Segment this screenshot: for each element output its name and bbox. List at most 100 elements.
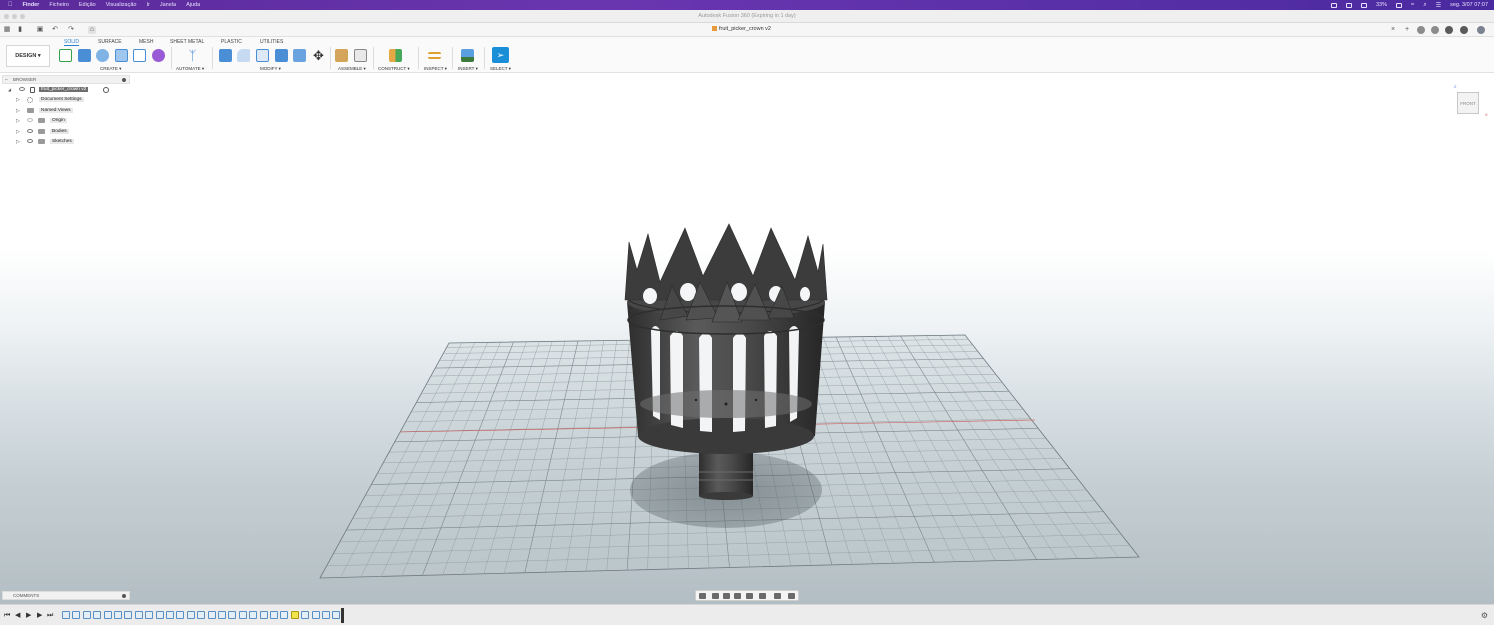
timeline-feature-icon[interactable] bbox=[290, 611, 299, 619]
timeline-feature-icon[interactable] bbox=[311, 611, 320, 619]
tab-sheet-metal[interactable]: SHEET METAL bbox=[170, 39, 204, 45]
revolve-icon[interactable] bbox=[96, 49, 109, 62]
expand-arrow-icon[interactable]: ▷ bbox=[16, 129, 20, 135]
menu-edicao[interactable]: Edição bbox=[79, 2, 96, 8]
browser-header[interactable]: − BROWSER bbox=[2, 75, 130, 84]
canvas-viewport[interactable] bbox=[0, 73, 1494, 604]
avatar[interactable] bbox=[1477, 26, 1485, 34]
group-inspect[interactable]: INSPECT ▾ bbox=[424, 66, 447, 72]
model-scene[interactable] bbox=[0, 73, 1494, 604]
undo-icon[interactable]: ↶ bbox=[51, 26, 59, 34]
status-icon[interactable] bbox=[1331, 2, 1337, 8]
timeline-feature-icon[interactable] bbox=[103, 611, 112, 619]
collapse-icon[interactable]: − bbox=[5, 76, 8, 84]
tab-mesh[interactable]: MESH bbox=[139, 39, 153, 45]
orbit-icon[interactable] bbox=[699, 593, 706, 599]
workspace-switcher[interactable]: DESIGN ▾ bbox=[6, 45, 50, 67]
timeline-feature-icon[interactable] bbox=[249, 611, 258, 619]
pin-icon[interactable] bbox=[122, 78, 126, 82]
timeline-feature-icon[interactable] bbox=[155, 611, 164, 619]
close-icon[interactable]: × bbox=[1389, 26, 1397, 34]
file-icon[interactable]: ▮ bbox=[16, 26, 24, 34]
viewcube-face-front[interactable]: FRONT bbox=[1457, 92, 1479, 114]
form-icon[interactable] bbox=[152, 49, 165, 62]
combine-icon[interactable] bbox=[275, 49, 288, 62]
go-to-start-icon[interactable]: ⏮ bbox=[4, 612, 10, 619]
extrude-icon[interactable] bbox=[78, 49, 91, 62]
automate-icon[interactable]: ᛉ bbox=[186, 49, 199, 62]
menu-ficheiro[interactable]: Ficheiro bbox=[49, 2, 69, 8]
tree-item-origin[interactable]: ▷ Origin bbox=[2, 116, 130, 126]
expand-arrow-icon[interactable]: ▷ bbox=[16, 97, 20, 103]
timeline-feature-icon[interactable] bbox=[176, 611, 185, 619]
timeline-feature-icon[interactable] bbox=[280, 611, 289, 619]
fit-icon[interactable] bbox=[746, 593, 753, 599]
timeline-feature-icon[interactable] bbox=[207, 611, 216, 619]
timeline-marker[interactable] bbox=[341, 608, 344, 623]
hole-icon[interactable] bbox=[115, 49, 128, 62]
timeline-feature-icon[interactable] bbox=[166, 611, 174, 619]
expand-arrow-icon[interactable]: ◢ bbox=[8, 87, 11, 92]
viewcube[interactable]: Z FRONT X bbox=[1454, 84, 1488, 117]
grid-icon[interactable]: ▦ bbox=[3, 26, 11, 34]
status-icon[interactable] bbox=[1361, 2, 1367, 8]
pan-icon[interactable] bbox=[723, 593, 730, 599]
menu-janela[interactable]: Janela bbox=[160, 2, 176, 8]
timeline-feature-icon[interactable] bbox=[134, 611, 143, 619]
measure-icon[interactable] bbox=[428, 52, 441, 59]
menu-visualizacao[interactable]: Visualização bbox=[106, 2, 137, 8]
tree-item-document-settings[interactable]: ▷ Document Settings bbox=[2, 95, 130, 105]
save-icon[interactable]: ▣ bbox=[36, 26, 44, 34]
help-icon[interactable] bbox=[1460, 26, 1468, 34]
expand-arrow-icon[interactable]: ▷ bbox=[16, 139, 20, 145]
joint-icon[interactable] bbox=[354, 49, 367, 62]
select-arrow-icon[interactable]: ➢ bbox=[492, 47, 509, 63]
move-icon[interactable]: ✥ bbox=[312, 49, 325, 62]
visibility-icon[interactable] bbox=[27, 118, 33, 123]
menu-ir[interactable]: Ir bbox=[146, 2, 149, 8]
group-modify[interactable]: MODIFY ▾ bbox=[260, 66, 281, 72]
timeline-feature-icon[interactable] bbox=[186, 611, 195, 619]
viewports-icon[interactable] bbox=[788, 593, 795, 599]
activate-radio-icon[interactable] bbox=[103, 87, 109, 93]
timeline-feature-icon[interactable] bbox=[145, 611, 154, 619]
search-icon[interactable]: ⌕ bbox=[1423, 2, 1426, 9]
create-sketch-icon[interactable] bbox=[59, 49, 72, 62]
status-icon[interactable] bbox=[1346, 2, 1352, 8]
timeline-feature-icon[interactable] bbox=[301, 611, 310, 619]
grid-settings-icon[interactable] bbox=[774, 593, 781, 599]
job-status-icon[interactable] bbox=[1431, 26, 1439, 34]
redo-icon[interactable]: ↷ bbox=[67, 26, 75, 34]
offset-plane-icon[interactable] bbox=[389, 49, 402, 62]
group-insert[interactable]: INSERT ▾ bbox=[458, 66, 478, 72]
extensions-icon[interactable] bbox=[1417, 26, 1425, 34]
display-settings-icon[interactable] bbox=[759, 593, 766, 599]
document-tab[interactable]: fruit_picker_crown v2 bbox=[712, 26, 771, 32]
crown-stem[interactable] bbox=[699, 446, 753, 500]
tab-utilities[interactable]: UTILITIES bbox=[260, 39, 283, 45]
timeline-feature-icon[interactable] bbox=[72, 611, 81, 619]
battery-icon[interactable] bbox=[1396, 2, 1403, 8]
zoom-icon[interactable] bbox=[734, 593, 741, 599]
timeline-feature-icon[interactable] bbox=[197, 611, 206, 619]
look-at-icon[interactable] bbox=[712, 593, 719, 599]
group-select[interactable]: SELECT ▾ bbox=[490, 66, 511, 72]
group-automate[interactable]: AUTOMATE ▾ bbox=[176, 66, 204, 72]
timeline-feature-icon[interactable] bbox=[82, 611, 91, 619]
go-to-end-icon[interactable]: ⏭ bbox=[47, 612, 53, 619]
step-back-icon[interactable]: ◀ bbox=[15, 612, 20, 619]
split-body-icon[interactable] bbox=[293, 49, 306, 62]
timeline-feature-icon[interactable] bbox=[124, 611, 133, 619]
clock[interactable]: seg. 3/07 07:07 bbox=[1450, 2, 1488, 8]
tab-plastic[interactable]: PLASTIC bbox=[221, 39, 242, 45]
group-construct[interactable]: CONSTRUCT ▾ bbox=[378, 66, 410, 72]
shell-icon[interactable] bbox=[256, 49, 269, 62]
play-icon[interactable]: ▶ bbox=[26, 612, 31, 619]
tab-surface[interactable]: SURFACE bbox=[98, 39, 122, 45]
notifications-icon[interactable] bbox=[1445, 26, 1453, 34]
tree-item-sketches[interactable]: ▷ Sketches bbox=[2, 137, 130, 147]
visibility-icon[interactable] bbox=[27, 138, 33, 143]
comments-panel[interactable]: COMMENTS bbox=[2, 591, 130, 600]
press-pull-icon[interactable] bbox=[219, 49, 232, 62]
expand-arrow-icon[interactable]: ▷ bbox=[16, 108, 20, 114]
